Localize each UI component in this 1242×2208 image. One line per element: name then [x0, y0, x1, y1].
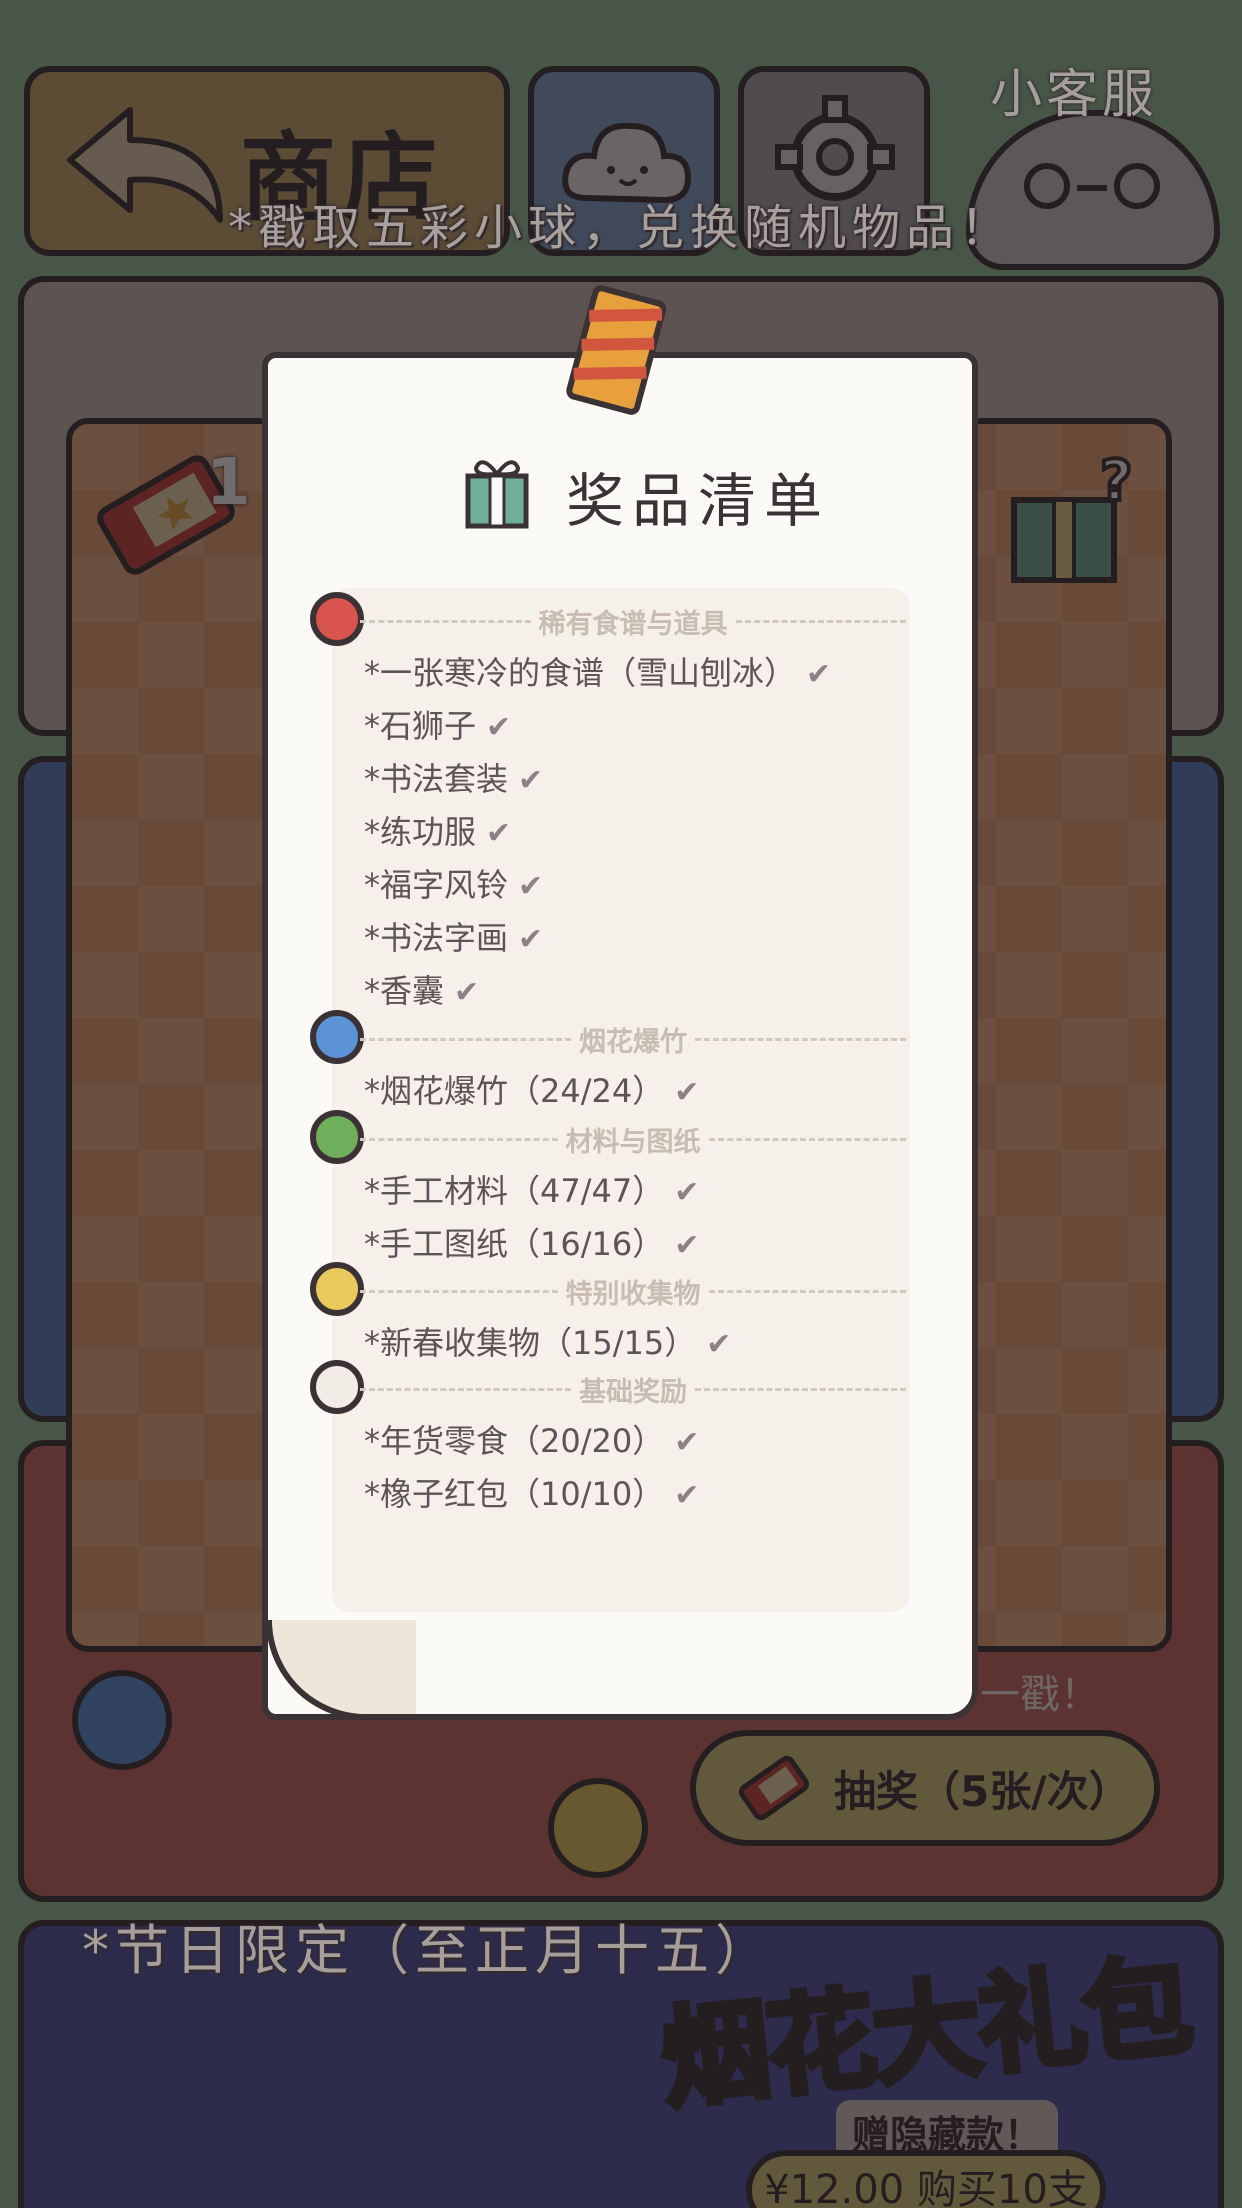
gift-icon	[465, 460, 529, 529]
list-item: *新春收集物（15/15） ✔	[364, 1324, 732, 1362]
list-item: *年货零食（20/20） ✔	[364, 1422, 700, 1460]
green-ball-icon	[310, 1110, 364, 1164]
section-heading: 基础奖励	[360, 1370, 906, 1409]
check-icon: ✔	[674, 1425, 700, 1460]
prize-list-title: 奖品清单	[566, 467, 831, 535]
check-icon: ✔	[486, 710, 512, 745]
check-icon: ✔	[674, 1228, 700, 1263]
section-heading: 材料与图纸	[360, 1120, 906, 1159]
list-item: *书法字画 ✔	[364, 919, 544, 957]
section-heading: 稀有食谱与道具	[360, 602, 906, 641]
yellow-ball-icon	[310, 1262, 364, 1316]
check-icon: ✔	[518, 869, 544, 904]
check-icon: ✔	[486, 816, 512, 851]
list-item: *福字风铃 ✔	[364, 866, 544, 904]
section-heading: 特别收集物	[360, 1272, 906, 1311]
check-icon: ✔	[674, 1075, 700, 1110]
list-item: *烟花爆竹（24/24） ✔	[364, 1072, 700, 1110]
check-icon: ✔	[518, 763, 544, 798]
list-item: *香囊 ✔	[364, 972, 480, 1010]
lucky-ticket-icon	[566, 285, 667, 415]
check-icon: ✔	[454, 975, 480, 1010]
list-item: *练功服 ✔	[364, 813, 512, 851]
check-icon: ✔	[806, 657, 832, 692]
section-heading: 烟花爆竹	[360, 1020, 906, 1059]
check-icon: ✔	[674, 1175, 700, 1210]
list-item: *手工图纸（16/16） ✔	[364, 1225, 700, 1263]
check-icon: ✔	[674, 1478, 700, 1513]
list-item: *书法套装 ✔	[364, 760, 544, 798]
check-icon: ✔	[706, 1327, 732, 1362]
red-ball-icon	[310, 592, 364, 646]
blue-ball-icon	[310, 1010, 364, 1064]
check-icon: ✔	[518, 922, 544, 957]
list-item: *一张寒冷的食谱（雪山刨冰） ✔	[364, 654, 832, 692]
list-item: *橡子红包（10/10） ✔	[364, 1475, 700, 1513]
list-item: *手工材料（47/47） ✔	[364, 1172, 700, 1210]
white-ball-icon	[310, 1360, 364, 1414]
list-item: *石狮子 ✔	[364, 707, 512, 745]
